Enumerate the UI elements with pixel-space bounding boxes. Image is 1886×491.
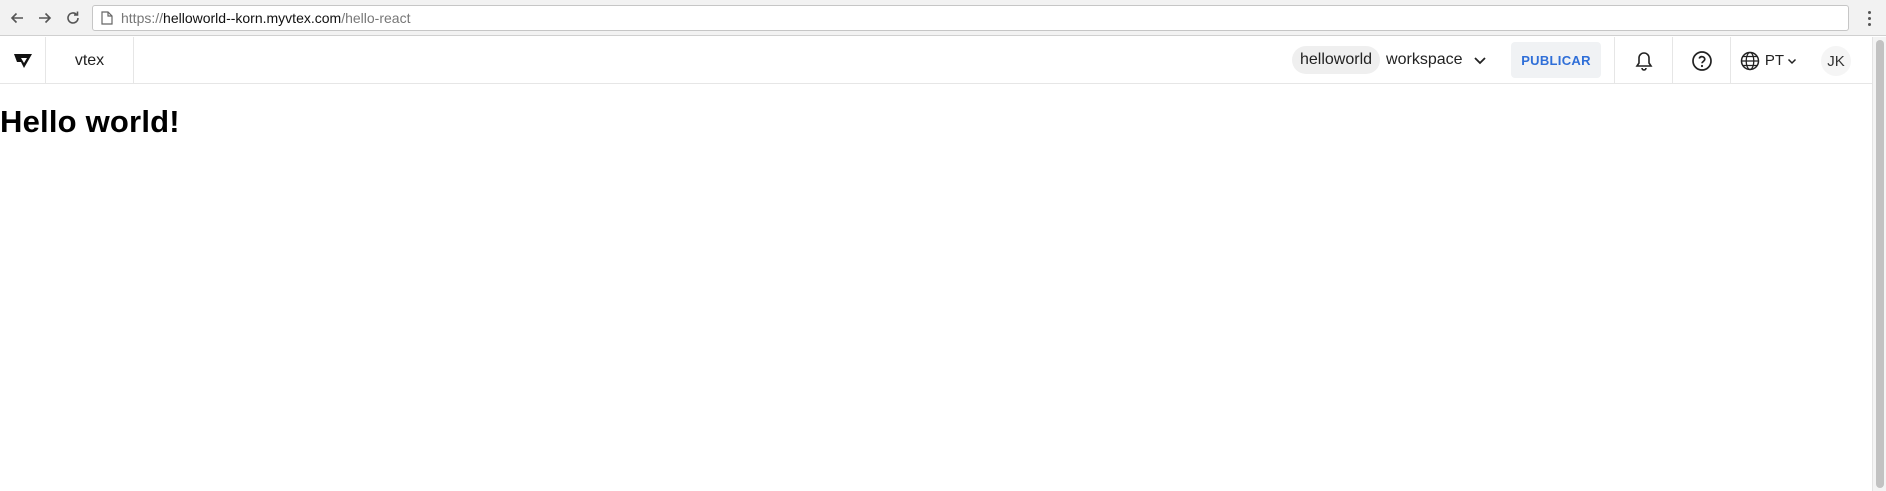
url-host: helloworld--korn.myvtex.com bbox=[163, 10, 342, 26]
address-bar[interactable]: https://helloworld--korn.myvtex.com/hell… bbox=[92, 5, 1849, 31]
page-heading: Hello world! bbox=[0, 104, 180, 139]
vtex-logo-button[interactable] bbox=[0, 37, 46, 84]
reload-icon bbox=[67, 11, 79, 24]
user-avatar[interactable]: JK bbox=[1821, 46, 1851, 76]
scrollbar-thumb[interactable] bbox=[1876, 40, 1884, 488]
workspace-label: workspace bbox=[1386, 51, 1463, 68]
workspace-name-pill: helloworld bbox=[1292, 46, 1381, 74]
back-arrow-icon bbox=[10, 12, 23, 24]
language-selector[interactable]: PT bbox=[1730, 37, 1806, 84]
menu-dot bbox=[1867, 22, 1871, 26]
page-icon bbox=[101, 11, 113, 25]
browser-menu-button[interactable] bbox=[1860, 8, 1878, 28]
help-button[interactable] bbox=[1672, 37, 1730, 84]
account-name[interactable]: vtex bbox=[46, 37, 134, 84]
chevron-down-icon bbox=[1788, 58, 1797, 64]
browser-toolbar: https://helloworld--korn.myvtex.com/hell… bbox=[0, 0, 1886, 36]
publish-button[interactable]: PUBLICAR bbox=[1511, 42, 1601, 78]
vtex-logo-icon bbox=[13, 53, 32, 68]
vertical-scrollbar[interactable] bbox=[1872, 37, 1886, 491]
reload-button[interactable] bbox=[62, 7, 84, 29]
notifications-button[interactable] bbox=[1614, 37, 1672, 84]
back-button[interactable] bbox=[6, 7, 28, 29]
globe-icon bbox=[1740, 51, 1760, 70]
url-path: /hello-react bbox=[341, 10, 411, 26]
help-icon bbox=[1691, 50, 1712, 71]
admin-topbar: vtex helloworld workspace PUBLICAR PT JK bbox=[0, 37, 1872, 84]
chevron-down-icon bbox=[1473, 57, 1486, 65]
language-label: PT bbox=[1764, 52, 1785, 69]
bell-icon bbox=[1635, 51, 1652, 71]
menu-dots-icon bbox=[1867, 10, 1871, 14]
url-scheme: https:// bbox=[121, 10, 164, 26]
menu-dot bbox=[1867, 16, 1871, 20]
workspace-selector[interactable]: helloworld workspace bbox=[1292, 46, 1487, 74]
forward-button[interactable] bbox=[34, 7, 56, 29]
forward-arrow-icon bbox=[39, 12, 52, 24]
